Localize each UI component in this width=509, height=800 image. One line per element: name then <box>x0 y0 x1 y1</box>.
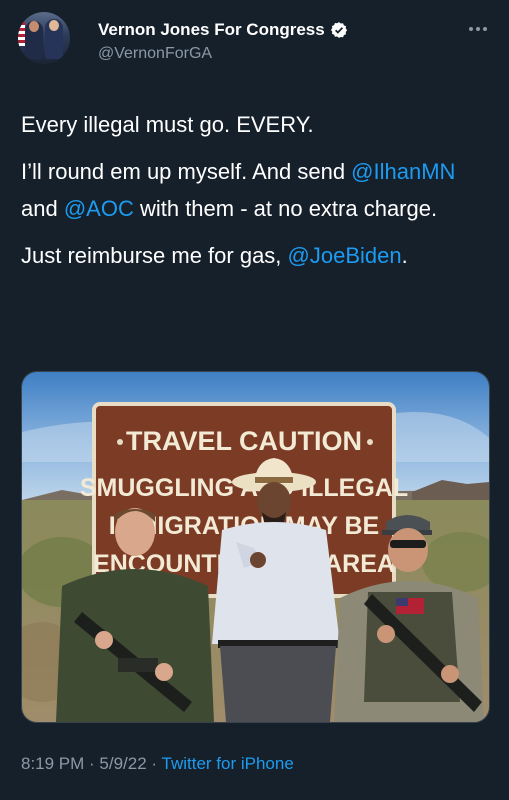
tweet-text: Every illegal must go. EVERY. I’ll round… <box>21 106 491 284</box>
tweet-paragraph-3: Just reimburse me for gas, @JoeBiden. <box>21 237 491 274</box>
tweet-time[interactable]: 8:19 PM <box>21 754 84 773</box>
mention-link-biden[interactable]: @JoeBiden <box>288 243 402 268</box>
tweet-paragraph-1: Every illegal must go. EVERY. <box>21 112 314 137</box>
tweet-text-segment: . <box>401 243 408 268</box>
author-handle[interactable]: @VernonForGA <box>98 45 212 63</box>
mention-link-aoc[interactable]: @AOC <box>64 196 134 221</box>
tweet-metadata: 8:19 PM · 5/9/22 · Twitter for iPhone <box>21 754 294 774</box>
separator: · <box>146 754 162 773</box>
sign-line-1: TRAVEL CAUTION <box>126 426 362 456</box>
author-name-row[interactable]: Vernon Jones For Congress <box>98 20 348 40</box>
separator: · <box>84 754 100 773</box>
tweet-media-photo[interactable]: TRAVEL CAUTION SMUGGLING AND ILLEGAL IMM… <box>21 371 490 723</box>
tweet-text-segment: and <box>21 196 64 221</box>
tweet-date[interactable]: 5/9/22 <box>99 754 146 773</box>
photo-scene: TRAVEL CAUTION SMUGGLING AND ILLEGAL IMM… <box>22 372 489 722</box>
verified-badge-icon <box>330 22 347 38</box>
tweet-text-segment: with them - at no extra charge. <box>133 196 438 221</box>
author-display-name[interactable]: Vernon Jones For Congress <box>98 20 325 40</box>
mention-link-ilhan[interactable]: @IlhanMN <box>351 159 455 184</box>
tweet-source-link[interactable]: Twitter for iPhone <box>162 754 294 773</box>
tweet-header: Vernon Jones For Congress @VernonForGA <box>18 12 491 68</box>
more-options-icon[interactable] <box>469 18 491 31</box>
tweet-paragraph-2: I’ll round em up myself. And send @Ilhan… <box>21 153 491 227</box>
avatar[interactable] <box>18 12 70 64</box>
tweet-text-segment: Just reimburse me for gas, <box>21 243 288 268</box>
tweet-text-segment: I’ll round em up myself. And send <box>21 159 352 184</box>
flag-icon <box>18 22 25 46</box>
